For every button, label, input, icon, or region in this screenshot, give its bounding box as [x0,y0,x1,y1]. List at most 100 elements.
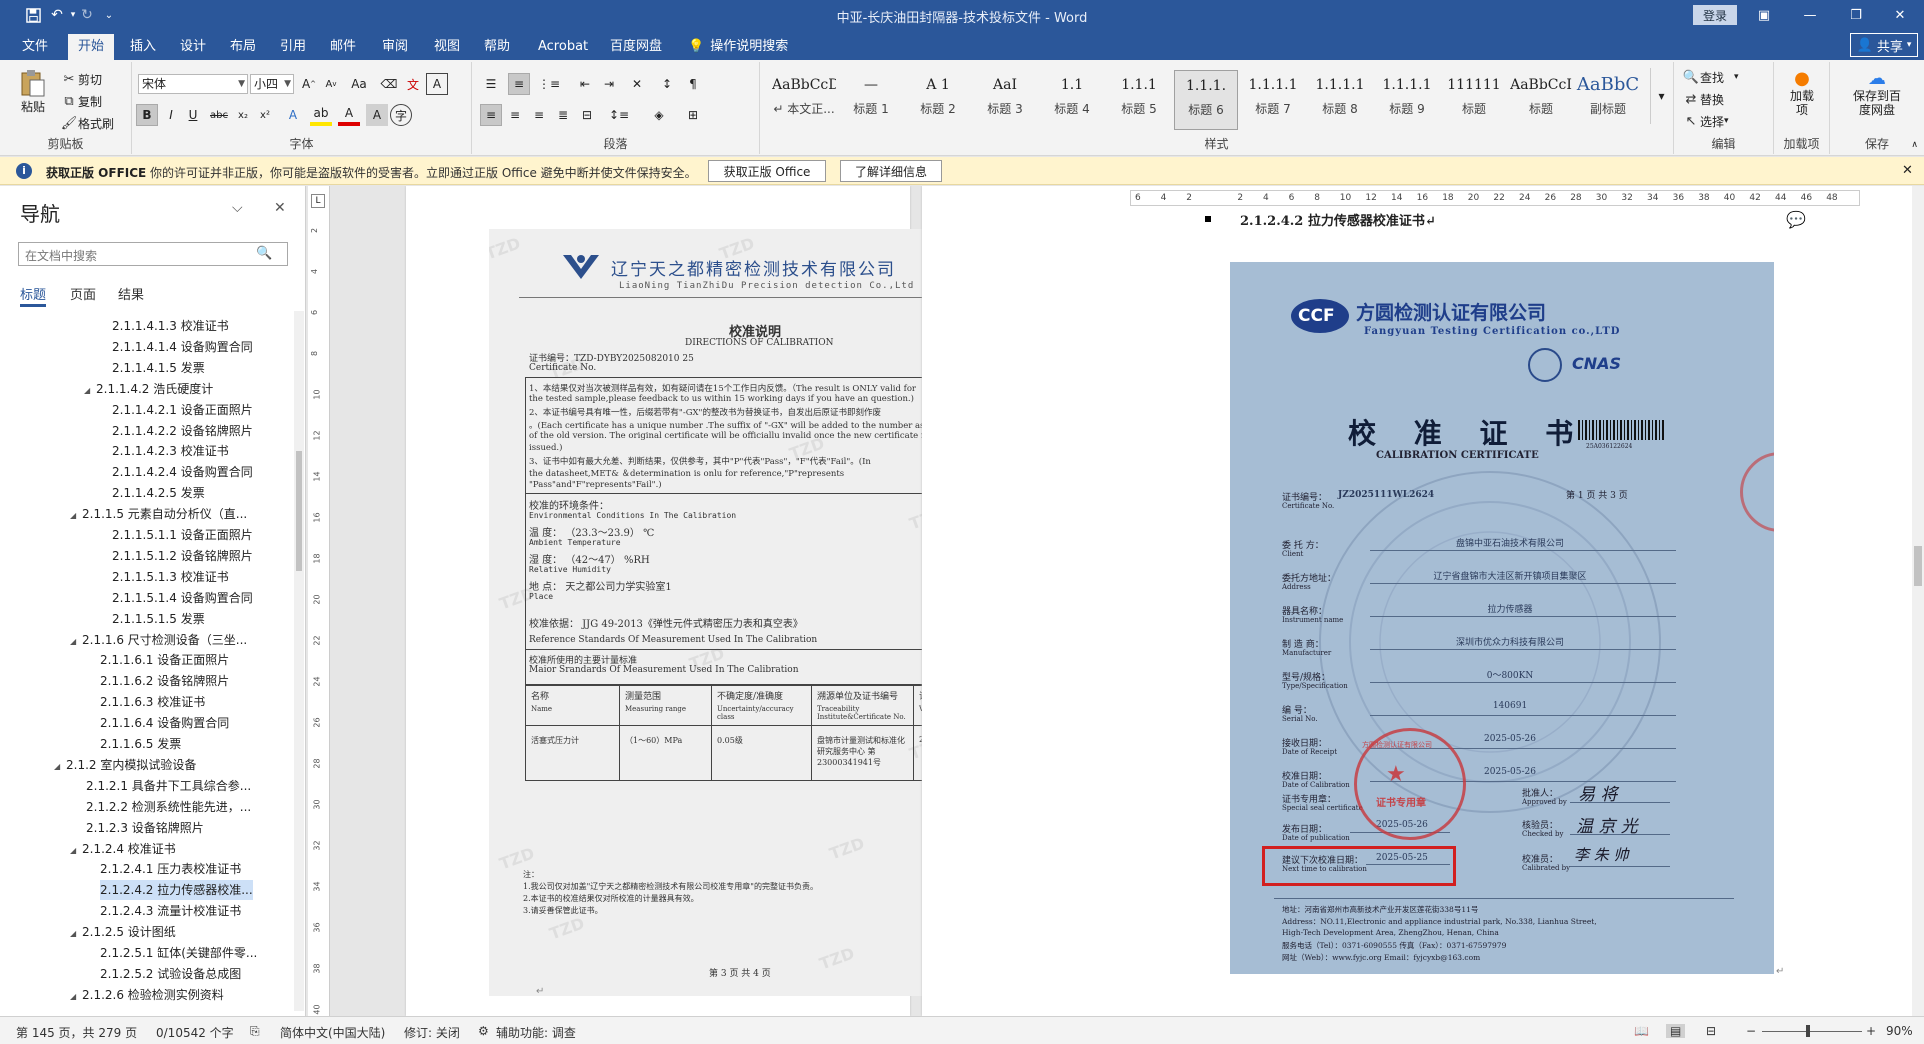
cut-button[interactable]: ✂ 剪切 [60,70,102,88]
style-item[interactable]: AaBbCcI 标题 [1509,70,1573,130]
multilevel-list-icon[interactable]: ⋮≡ [538,73,560,95]
highlight-icon[interactable]: ab [310,104,332,126]
nav-heading-item[interactable]: 2.1.1.4.1.4 设备购置合同 [112,337,253,357]
nav-heading-item[interactable]: 2.1.1.5.1.1 设备正面照片 [112,525,253,545]
addins-button[interactable]: ● 加载项 [1778,68,1826,117]
grow-font-button[interactable]: A ^ [298,73,320,95]
expand-triangle-icon[interactable]: ◢ [70,924,82,942]
nav-heading-item[interactable]: 2.1.1.4.1.5 发票 [112,358,205,378]
tab-insert[interactable]: 插入 [120,34,166,60]
format-painter-button[interactable]: 🖌 格式刷 [60,114,114,132]
style-item[interactable]: 1.1.1. 标题 6 [1174,70,1238,130]
zoom-in-icon[interactable]: + [1866,1024,1876,1038]
font-color-icon[interactable]: A [338,104,360,126]
document-scrollbar[interactable] [1912,186,1924,1016]
close-icon[interactable]: ✕ [1880,4,1920,26]
nav-heading-item[interactable]: 2.1.2.5.2 试验设备总成图 [100,964,241,984]
status-track-changes[interactable]: 修订: 关闭 [404,1024,460,1041]
style-item[interactable]: 1.1.1.1 标题 8 [1308,70,1372,130]
save-to-baidu-button[interactable]: ☁ 保存到百度网盘 [1836,68,1918,117]
bold-button[interactable]: B [136,104,158,126]
close-icon[interactable]: ✕ [274,200,286,216]
nav-tab-results[interactable]: 结果 [118,284,144,303]
find-button[interactable]: 🔍 查找 ▾ [1682,68,1739,86]
change-case-button[interactable]: Aa [348,73,370,95]
tell-me-search[interactable]: 💡 操作说明搜索 [688,34,788,60]
replace-button[interactable]: ⇄ 替换 [1682,90,1724,108]
style-item[interactable]: AaBbC 副标题 [1576,70,1640,130]
distributed-icon[interactable]: ⊟ [576,104,598,126]
phonetic-guide-icon[interactable]: 文 [402,73,424,95]
show-marks-icon[interactable]: ¶ [682,73,704,95]
nav-heading-item[interactable]: 2.1.1.5.1.3 校准证书 [112,567,229,587]
zoom-slider-thumb[interactable] [1806,1025,1810,1037]
status-word-count[interactable]: 0/10542 个字 [156,1024,234,1041]
tab-baidu-netdisk[interactable]: 百度网盘 [600,34,672,60]
style-item[interactable]: 1.1.1.1 标题 9 [1375,70,1439,130]
nav-heading-item[interactable]: 2.1.1.6.4 设备购置合同 [100,713,229,733]
nav-heading-item[interactable]: 2.1.1.5.1.2 设备铭牌照片 [112,546,253,566]
expand-triangle-icon[interactable]: ◢ [84,381,96,399]
nav-heading-item[interactable]: 2.1.1.4.2.3 校准证书 [112,441,229,461]
nav-heading-item[interactable]: 2.1.1.6.1 设备正面照片 [100,650,229,670]
nav-heading-item[interactable]: 2.1.1.5.1.5 发票 [112,609,205,629]
horizontal-ruler[interactable]: 6 4 2 2 4 6 8 10 12 14 16 18 20 22 24 26 28 30 32 34 36 38 40 4… [1130,190,1860,206]
expand-triangle-icon[interactable]: ◢ [70,841,82,859]
restore-icon[interactable]: ❐ [1836,4,1876,26]
superscript-button[interactable]: x² [254,104,276,126]
page2-heading[interactable]: 2.1.2.4.2 拉力传感器校准证书↵ [1240,210,1436,229]
enclose-characters-icon[interactable]: 字 [390,104,412,126]
chevron-down-icon[interactable]: ⌵ [232,200,243,216]
font-size-combo[interactable]: 小四 ▼ [250,74,294,94]
justify-icon[interactable]: ≣ [552,104,574,126]
nav-scroll-thumb[interactable] [296,451,302,571]
collapse-ribbon-icon[interactable]: ∧ [1911,140,1918,150]
web-layout-icon[interactable]: ⊟ [1706,1024,1716,1038]
style-item[interactable]: AaI 标题 3 [973,70,1037,130]
status-accessibility[interactable]: 辅助功能: 调查 [496,1024,576,1041]
nav-heading-item[interactable]: ◢ 2.1.2 室内模拟试验设备 [54,755,196,775]
nav-search-input[interactable]: 在文档中搜索 [18,242,288,266]
search-icon[interactable]: 🔍 [256,246,272,261]
style-item[interactable]: A 1 标题 2 [906,70,970,130]
nav-heading-item[interactable]: 2.1.2.2 检测系统性能先进，... [86,797,251,817]
character-shading-icon[interactable]: A [366,104,388,126]
underline-button[interactable]: U [182,104,204,126]
tab-help[interactable]: 帮助 [474,34,520,60]
tab-selector-icon[interactable]: L [311,194,325,208]
align-right-icon[interactable]: ≡ [528,104,550,126]
nav-tab-pages[interactable]: 页面 [70,284,96,303]
nav-heading-item[interactable]: 2.1.2.5.1 缸体(关键部件零... [100,943,257,963]
nav-heading-item[interactable]: 2.1.1.4.2.2 设备铭牌照片 [112,421,253,441]
clear-formatting-icon[interactable]: ⌫ [378,73,400,95]
login-button[interactable]: 登录 [1693,5,1737,25]
text-effects-icon[interactable]: A [282,104,304,126]
nav-heading-item[interactable]: 2.1.1.4.2.4 设备购置合同 [112,462,253,482]
minimize-icon[interactable]: — [1790,4,1830,26]
italic-button[interactable]: I [160,104,182,126]
proofing-icon[interactable]: ⎘ [250,1024,260,1039]
tab-file[interactable]: 文件 [12,34,58,60]
read-mode-icon[interactable]: 📖 [1634,1024,1649,1038]
strikethrough-button[interactable]: abc [208,104,230,126]
style-item[interactable]: 1.1.1.1 标题 7 [1241,70,1305,130]
shading-icon[interactable]: ◈ [648,104,670,126]
asian-layout-icon[interactable]: ✕ [626,73,648,95]
copy-button[interactable]: ⧉ 复制 [60,92,102,110]
select-button[interactable]: ↖ 选择 ▾ [1682,112,1729,130]
character-border-icon[interactable]: A [426,73,448,95]
tab-acrobat[interactable]: Acrobat [528,34,598,60]
nav-heading-item[interactable]: ◢ 2.1.2.6 检验检测实例资料 [70,985,224,1005]
expand-triangle-icon[interactable]: ◢ [70,506,82,524]
nav-heading-item[interactable]: 2.1.2.4.1 压力表校准证书 [100,859,241,879]
borders-icon[interactable]: ⊞ [682,104,704,126]
align-left-icon[interactable]: ≡ [480,104,502,126]
tab-references[interactable]: 引用 [270,34,316,60]
expand-triangle-icon[interactable]: ◢ [70,987,82,1005]
print-layout-icon[interactable]: ▤ [1666,1024,1686,1038]
font-name-combo[interactable]: 宋体 ▼ [138,74,248,94]
status-page-count[interactable]: 第 145 页，共 279 页 [16,1024,137,1041]
tab-home[interactable]: 开始 [68,34,115,60]
nav-heading-item[interactable]: 2.1.2.4.3 流量计校准证书 [100,901,241,921]
ribbon-display-options-icon[interactable]: ▣ [1744,4,1784,26]
